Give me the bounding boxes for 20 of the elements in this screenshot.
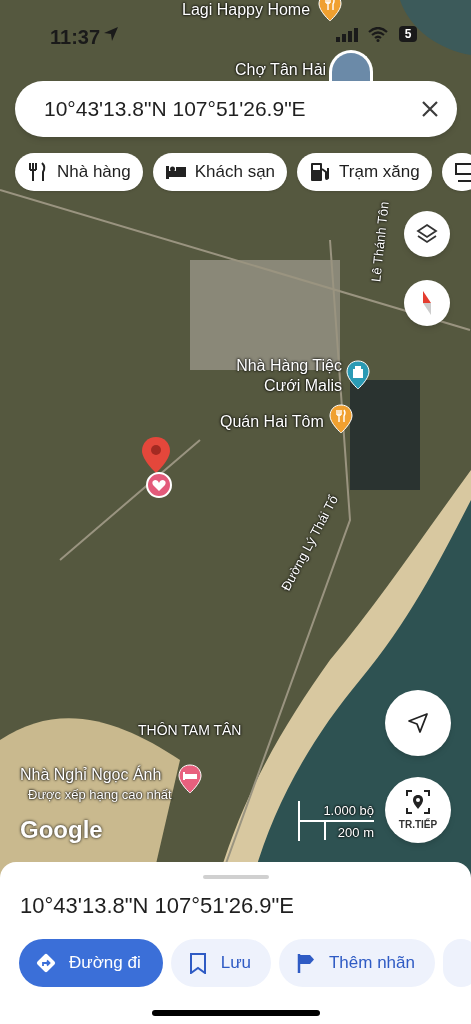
action-button[interactable]: Lưu: [170, 939, 271, 987]
category-chip[interactable]: Nhà hàng: [15, 153, 143, 191]
place-rating-label: Được xếp hạng cao nhất: [28, 786, 172, 804]
category-chip[interactable]: Trạm xăng: [297, 153, 432, 191]
place-title: 10°43'13.8"N 107°51'26.9"E: [20, 892, 296, 920]
action-button[interactable]: Thêm nhãn: [278, 939, 435, 987]
place-label[interactable]: Nhà Hàng Tiệc Cưới Malis: [232, 356, 342, 396]
place-label[interactable]: Quán Hai Tôm: [220, 412, 324, 431]
scale-label: 200 m: [337, 824, 374, 842]
scale-label: 1.000 bộ: [323, 802, 374, 820]
search-field[interactable]: 10°43'13.8"N 107°51'26.9"E: [15, 81, 457, 137]
status-time: 11:37: [50, 25, 101, 50]
street-label: Lê Thánh Tôn: [367, 200, 393, 283]
action-button[interactable]: Đường đi: [19, 939, 163, 987]
area-label: THÔN TAM TÂN: [138, 721, 242, 740]
google-logo: Google: [20, 815, 103, 845]
place-label[interactable]: Chợ Tân Hải: [235, 60, 327, 79]
category-chip[interactable]: Khách sạn: [152, 153, 288, 191]
place-label[interactable]: Lagi Happy Home: [182, 0, 311, 19]
battery-level: 5: [399, 26, 417, 42]
